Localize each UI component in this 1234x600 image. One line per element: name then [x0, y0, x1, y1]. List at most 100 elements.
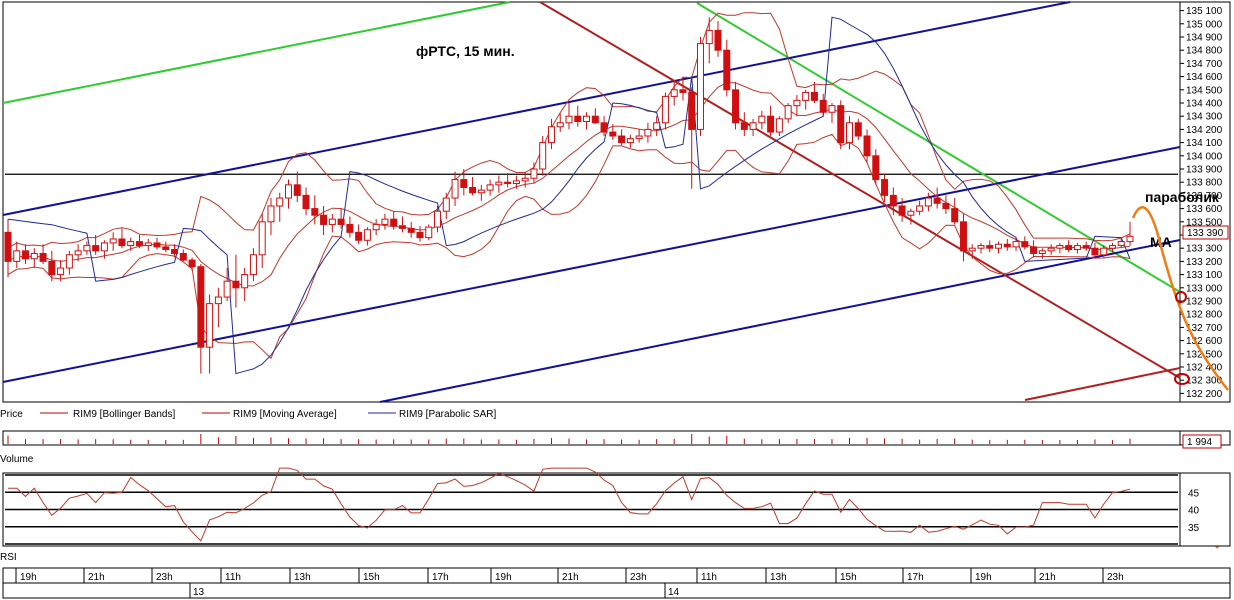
candle-body — [135, 241, 143, 247]
x-tick-label: 19h — [975, 572, 992, 583]
y-tick-label: 134 300 — [1186, 112, 1223, 123]
candle-body — [732, 89, 740, 124]
candle-body — [512, 180, 520, 185]
candle-body — [57, 267, 65, 276]
x-tick-label: 23h — [1107, 572, 1124, 583]
candle-body — [1117, 241, 1125, 247]
candle-body — [635, 135, 643, 140]
y-tick-label: 134 000 — [1186, 151, 1223, 162]
candle-body — [863, 135, 871, 157]
candle-body — [810, 91, 818, 101]
x-tick-label: 23h — [630, 572, 647, 583]
rsi-tick-label: 35 — [1188, 523, 1200, 534]
candle-body — [434, 210, 442, 228]
candle-body — [442, 197, 450, 212]
x-tick-label: 13h — [294, 572, 311, 583]
x-tick-label: 11h — [225, 572, 241, 583]
candle-body — [758, 115, 766, 124]
legend-ma: RIM9 [Moving Average] — [233, 409, 337, 420]
parabolic-annotation: параболик — [1145, 189, 1220, 205]
candle-body — [705, 29, 713, 45]
candle-body — [144, 242, 152, 247]
candle-body — [355, 231, 363, 241]
candle-body — [547, 126, 555, 144]
candle-body — [670, 89, 678, 97]
candle-body — [232, 280, 240, 289]
candle-body — [591, 115, 599, 124]
y-tick-label: 133 800 — [1186, 178, 1223, 189]
chart-title: фРТС, 15 мин. — [416, 43, 515, 59]
candle-body — [4, 231, 12, 262]
candle-body — [171, 249, 179, 254]
candle-body — [118, 238, 126, 247]
candle-body — [153, 242, 161, 248]
candle-body — [837, 105, 845, 144]
x-tick-label: 19h — [495, 572, 512, 583]
candle-body — [600, 122, 608, 133]
y-tick-label: 134 500 — [1186, 85, 1223, 96]
date-label: 13 — [193, 587, 205, 598]
candle-body — [644, 128, 652, 137]
candle-body — [486, 184, 494, 191]
candle-body — [696, 43, 704, 130]
x-tick-label: 17h — [907, 572, 924, 583]
candle-body — [618, 135, 626, 144]
rsi-panel-label: RSI — [0, 552, 17, 563]
candle-body — [583, 115, 591, 122]
candle-body — [942, 202, 950, 210]
candle-body — [249, 254, 257, 276]
candle-body — [898, 205, 906, 216]
legend-sar: RIM9 [Parabolic SAR] — [399, 409, 496, 420]
candle-body — [679, 89, 687, 93]
candle-body — [661, 95, 669, 124]
candle-body — [854, 122, 862, 137]
candle-body — [416, 231, 424, 239]
candle-body — [407, 227, 415, 233]
rsi-tick-label: 45 — [1188, 488, 1200, 499]
rsi-tick-label: 40 — [1188, 506, 1200, 517]
candle-body — [872, 155, 880, 181]
candle-body — [1056, 245, 1064, 249]
candle-body — [372, 223, 380, 231]
x-tick-label: 13h — [770, 572, 787, 583]
candle-body — [477, 189, 485, 194]
candle-body — [767, 115, 775, 133]
candle-body — [276, 197, 284, 207]
candle-body — [802, 91, 810, 101]
y-tick-label: 134 400 — [1186, 99, 1223, 110]
candle-body — [504, 181, 512, 185]
date-label: 14 — [668, 587, 680, 598]
x-tick-label: 23h — [156, 572, 173, 583]
candle-body — [1021, 241, 1029, 248]
y-tick-label: 133 300 — [1186, 244, 1223, 255]
x-tick-label: 15h — [363, 572, 380, 583]
candle-body — [530, 168, 538, 179]
candle-body — [933, 197, 941, 204]
y-tick-label: 133 600 — [1186, 204, 1223, 215]
y-tick-label: 134 200 — [1186, 125, 1223, 136]
x-tick-label: 21h — [88, 572, 105, 583]
candle-body — [951, 208, 959, 223]
candle-body — [398, 225, 406, 229]
candle-body — [390, 218, 398, 227]
candle-body — [83, 245, 91, 252]
candle-body — [881, 179, 889, 196]
candle-body — [22, 250, 30, 260]
candle-body — [828, 105, 836, 113]
candle-body — [267, 205, 275, 223]
candle-body — [1030, 246, 1038, 254]
candle-body — [223, 280, 231, 298]
candle-body — [521, 177, 529, 182]
candle-body — [556, 122, 564, 128]
candle-body — [1082, 245, 1090, 249]
y-tick-label: 133 200 — [1186, 257, 1223, 268]
y-tick-label: 132 600 — [1186, 336, 1223, 347]
candle-body — [916, 205, 924, 212]
y-tick-label: 133 000 — [1186, 283, 1223, 294]
candle-body — [13, 250, 21, 262]
candle-body — [74, 250, 82, 256]
y-tick-label: 133 100 — [1186, 270, 1223, 281]
candle-body — [179, 252, 187, 261]
candle-body — [977, 245, 985, 249]
legend: Price RIM9 [Bollinger Bands] RIM9 [Movin… — [0, 409, 496, 420]
